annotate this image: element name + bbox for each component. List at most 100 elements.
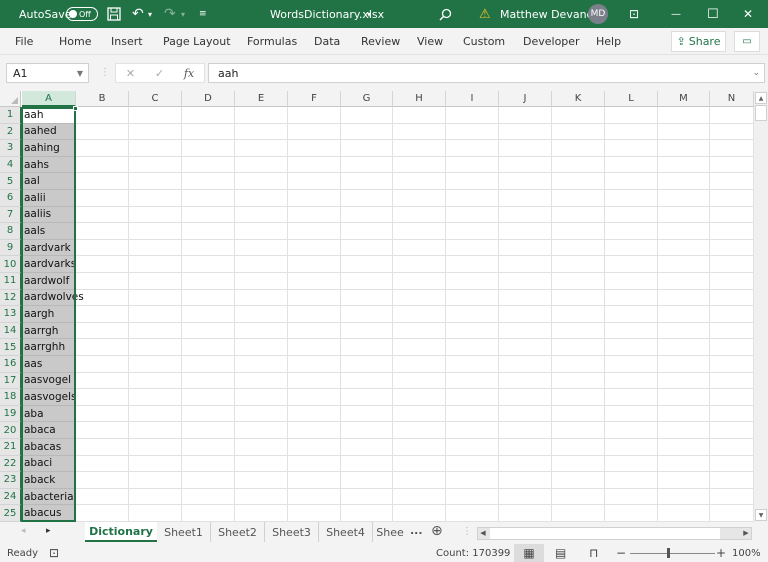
expand-formula-bar-icon[interactable]: ⌄ bbox=[752, 68, 760, 78]
sheet-tab-sheet1[interactable]: Sheet1 bbox=[157, 522, 211, 542]
tab-review[interactable]: Review bbox=[361, 28, 400, 55]
cell-a18[interactable]: aasvogels bbox=[22, 389, 77, 406]
scroll-down-icon[interactable]: ▼ bbox=[755, 509, 767, 521]
worksheet-grid[interactable]: A B C D E F G H I J K L M N 1 aah 2 aahed 3 aahing 4 aahs 5 aal… bbox=[0, 91, 754, 522]
customize-toolbar-icon[interactable]: ≡ bbox=[199, 0, 207, 28]
cancel-icon[interactable]: ✕ bbox=[126, 67, 135, 80]
row-header[interactable]: 1 bbox=[0, 107, 21, 124]
name-box[interactable]: A1 ▼ bbox=[6, 63, 89, 83]
page-break-view-icon[interactable]: ⊓ bbox=[589, 544, 598, 562]
cell-a22[interactable]: abaci bbox=[22, 455, 75, 473]
row-header[interactable]: 7 bbox=[0, 206, 21, 224]
row-header[interactable]: 20 bbox=[0, 422, 21, 439]
row-header[interactable]: 8 bbox=[0, 223, 21, 240]
tab-file[interactable]: File bbox=[15, 28, 33, 55]
cell-a15[interactable]: aarrghh bbox=[22, 339, 75, 356]
column-header-f[interactable]: F bbox=[288, 91, 341, 107]
zoom-in-button[interactable]: + bbox=[716, 544, 726, 562]
enter-icon[interactable]: ✓ bbox=[155, 67, 164, 80]
tab-insert[interactable]: Insert bbox=[111, 28, 143, 55]
row-header[interactable]: 19 bbox=[0, 405, 21, 423]
cell-a17[interactable]: aasvogel bbox=[22, 372, 75, 390]
zoom-out-button[interactable]: − bbox=[616, 544, 626, 562]
sheet-tab-sheet4[interactable]: Sheet4 bbox=[319, 522, 373, 542]
select-all-button[interactable] bbox=[0, 91, 21, 107]
sheet-tab-sheet2[interactable]: Sheet2 bbox=[211, 522, 265, 542]
row-header[interactable]: 17 bbox=[0, 372, 21, 390]
tab-help[interactable]: Help bbox=[596, 28, 621, 55]
column-header-k[interactable]: K bbox=[552, 91, 605, 107]
zoom-level[interactable]: 100% bbox=[732, 544, 761, 562]
tab-formulas[interactable]: Formulas bbox=[247, 28, 297, 55]
page-layout-view-icon[interactable]: ▤ bbox=[555, 544, 566, 562]
save-icon[interactable] bbox=[107, 0, 121, 28]
column-header-b[interactable]: B bbox=[76, 91, 129, 107]
cell-a1[interactable]: aah bbox=[22, 107, 75, 124]
scroll-up-icon[interactable]: ▲ bbox=[755, 92, 767, 104]
row-header[interactable]: 18 bbox=[0, 389, 21, 406]
cell-a24[interactable]: abacterial bbox=[22, 488, 76, 506]
cell-a19[interactable]: aba bbox=[22, 405, 75, 423]
row-header[interactable]: 24 bbox=[0, 488, 21, 506]
maximize-icon[interactable]: ☐ bbox=[707, 0, 719, 28]
tab-split-grip-icon[interactable]: ⋮ bbox=[462, 526, 472, 537]
cell-a20[interactable]: abaca bbox=[22, 422, 75, 439]
next-sheet-icon[interactable]: ▸ bbox=[46, 526, 51, 536]
tab-custom[interactable]: Custom bbox=[463, 28, 505, 55]
add-sheet-icon[interactable]: ⊕ bbox=[431, 523, 443, 539]
formula-input[interactable]: aah ⌄ bbox=[208, 63, 765, 83]
undo-dropdown-icon[interactable]: ▾ bbox=[148, 0, 152, 28]
avatar[interactable]: MD bbox=[588, 0, 608, 28]
warning-icon[interactable]: ⚠ bbox=[479, 0, 491, 28]
row-header[interactable]: 16 bbox=[0, 356, 21, 373]
sheet-tab-sheet3[interactable]: Sheet3 bbox=[265, 522, 319, 542]
insert-function-icon[interactable]: fx bbox=[184, 67, 194, 80]
column-header-n[interactable]: N bbox=[710, 91, 754, 107]
column-header-a[interactable]: A bbox=[22, 91, 76, 107]
search-icon[interactable] bbox=[439, 0, 452, 28]
tab-home[interactable]: Home bbox=[59, 28, 91, 55]
scroll-right-icon[interactable]: ▶ bbox=[741, 528, 751, 539]
column-header-h[interactable]: H bbox=[393, 91, 446, 107]
cell-a12[interactable]: aardwolves bbox=[22, 289, 84, 307]
redo-icon[interactable]: ↷ bbox=[164, 0, 176, 28]
column-header-l[interactable]: L bbox=[605, 91, 658, 107]
row-header[interactable]: 22 bbox=[0, 455, 21, 473]
undo-icon[interactable]: ↶ bbox=[132, 0, 144, 28]
row-header[interactable]: 3 bbox=[0, 140, 21, 157]
macro-recording-icon[interactable]: ⊡ bbox=[49, 544, 59, 562]
row-header[interactable]: 11 bbox=[0, 273, 21, 290]
row-header[interactable]: 15 bbox=[0, 339, 21, 356]
more-sheets-button[interactable]: ... bbox=[410, 524, 423, 537]
cell-a6[interactable]: aalii bbox=[22, 190, 75, 207]
cell-a4[interactable]: aahs bbox=[22, 156, 75, 174]
user-name[interactable]: Matthew Devaney bbox=[500, 0, 600, 28]
tab-developer[interactable]: Developer bbox=[523, 28, 580, 55]
chevron-down-icon[interactable]: ▼ bbox=[77, 69, 83, 78]
cell-a21[interactable]: abacas bbox=[22, 439, 75, 456]
column-header-m[interactable]: M bbox=[658, 91, 710, 107]
vertical-scroll-thumb[interactable] bbox=[755, 105, 767, 121]
row-header[interactable]: 2 bbox=[0, 123, 21, 141]
cell-a5[interactable]: aal bbox=[22, 173, 75, 190]
row-header[interactable]: 6 bbox=[0, 190, 21, 207]
sheet-tab-dictionary[interactable]: Dictionary bbox=[85, 522, 157, 542]
horizontal-scroll-thumb[interactable] bbox=[490, 528, 720, 539]
cell-a3[interactable]: aahing bbox=[22, 140, 75, 157]
column-header-e[interactable]: E bbox=[235, 91, 288, 107]
tab-page-layout[interactable]: Page Layout bbox=[163, 28, 231, 55]
autosave-toggle[interactable]: Off bbox=[66, 0, 98, 28]
vertical-scrollbar[interactable]: ▲ ▼ bbox=[754, 91, 768, 522]
ribbon-display-options-icon[interactable]: ⊡ bbox=[629, 0, 639, 28]
cell-a16[interactable]: aas bbox=[22, 356, 75, 373]
cell-a14[interactable]: aarrgh bbox=[22, 322, 75, 340]
cell-a13[interactable]: aargh bbox=[22, 306, 75, 323]
formula-bar-grip-icon[interactable]: ⋮ bbox=[100, 67, 110, 78]
row-header[interactable]: 12 bbox=[0, 289, 21, 307]
column-header-j[interactable]: J bbox=[499, 91, 552, 107]
cell-a11[interactable]: aardwolf bbox=[22, 273, 75, 290]
redo-dropdown-icon[interactable]: ▾ bbox=[181, 0, 185, 28]
share-button[interactable]: ⇪ Share bbox=[671, 31, 726, 52]
column-header-c[interactable]: C bbox=[129, 91, 182, 107]
prev-sheet-icon[interactable]: ◂ bbox=[21, 526, 26, 536]
